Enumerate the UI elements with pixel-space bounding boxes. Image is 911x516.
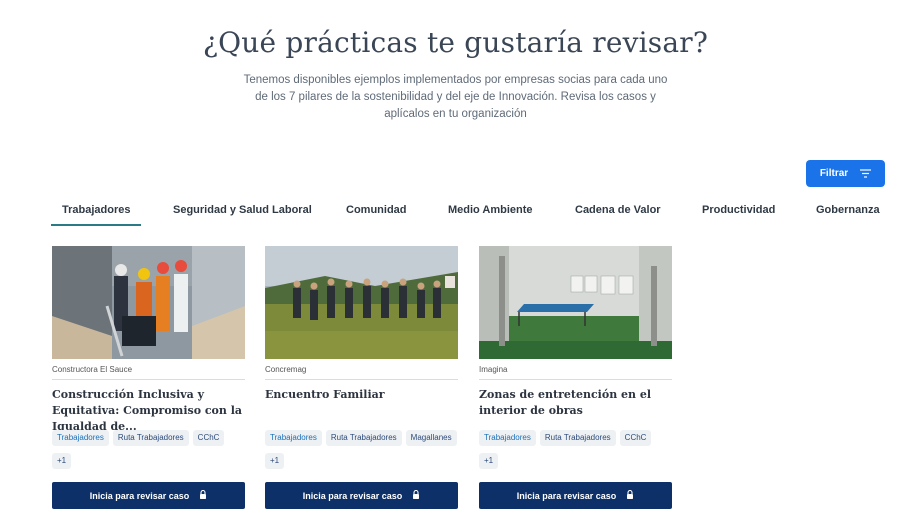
tab-seguridad-salud-laboral[interactable]: Seguridad y Salud Laboral <box>173 204 312 226</box>
tag[interactable]: CChC <box>619 430 652 446</box>
case-company: Constructora El Sauce <box>52 365 133 374</box>
lock-icon <box>412 489 420 501</box>
case-photo[interactable] <box>265 246 458 359</box>
case-photo[interactable] <box>52 246 245 359</box>
filter-button[interactable]: Filtrar <box>806 160 885 187</box>
divider <box>52 379 245 380</box>
case-photo[interactable] <box>479 246 672 359</box>
category-tabs: Trabajadores Seguridad y Salud Laboral C… <box>51 204 885 226</box>
review-case-label: Inicia para revisar caso <box>302 490 403 501</box>
tag[interactable]: Ruta Trabajadores <box>112 430 189 446</box>
tag[interactable]: Trabajadores <box>265 430 322 446</box>
case-tags: Trabajadores Ruta Trabajadores CChC +1 <box>479 430 672 469</box>
case-company: Concremag <box>265 365 307 374</box>
case-title[interactable]: Zonas de entretención en el interior de … <box>479 387 672 419</box>
lock-icon <box>199 489 207 501</box>
tab-cadena-de-valor[interactable]: Cadena de Valor <box>575 204 661 226</box>
case-card: Constructora El Sauce Construcción Inclu… <box>52 246 245 516</box>
case-card: Imagina Zonas de entretención en el inte… <box>479 246 672 516</box>
divider <box>265 379 458 380</box>
tab-medio-ambiente[interactable]: Medio Ambiente <box>448 204 533 226</box>
tag-more[interactable]: +1 <box>52 453 72 469</box>
review-case-label: Inicia para revisar caso <box>89 490 190 501</box>
case-title[interactable]: Construcción Inclusiva y Equitativa: Com… <box>52 387 245 435</box>
tag-more[interactable]: +1 <box>265 453 285 469</box>
tag[interactable]: Ruta Trabajadores <box>325 430 402 446</box>
tag[interactable]: Magallanes <box>405 430 457 446</box>
filter-icon <box>860 169 872 178</box>
review-case-button[interactable]: Inicia para revisar caso <box>479 482 672 509</box>
tab-comunidad[interactable]: Comunidad <box>346 204 407 226</box>
case-tags: Trabajadores Ruta Trabajadores CChC +1 <box>52 430 245 469</box>
review-case-label: Inicia para revisar caso <box>516 490 617 501</box>
lock-icon <box>626 489 634 501</box>
tag[interactable]: CChC <box>192 430 225 446</box>
tab-gobernanza[interactable]: Gobernanza <box>816 204 880 226</box>
case-title[interactable]: Encuentro Familiar <box>265 387 458 403</box>
tab-productividad[interactable]: Productividad <box>702 204 775 226</box>
case-card: Concremag Encuentro Familiar Trabajadore… <box>265 246 458 516</box>
page-subtitle: Tenemos disponibles ejemplos implementad… <box>243 74 668 120</box>
review-case-button[interactable]: Inicia para revisar caso <box>265 482 458 509</box>
case-tags: Trabajadores Ruta Trabajadores Magallane… <box>265 430 458 469</box>
tag[interactable]: Trabajadores <box>52 430 109 446</box>
tab-trabajadores[interactable]: Trabajadores <box>51 204 142 226</box>
tag[interactable]: Trabajadores <box>479 430 536 446</box>
filter-button-label: Filtrar <box>819 168 849 179</box>
tag[interactable]: Ruta Trabajadores <box>539 430 616 446</box>
case-company: Imagina <box>479 365 508 374</box>
page-title: ¿Qué prácticas te gustaría revisar? <box>202 26 709 59</box>
review-case-button[interactable]: Inicia para revisar caso <box>52 482 245 509</box>
tag-more[interactable]: +1 <box>479 453 499 469</box>
divider <box>479 379 672 380</box>
